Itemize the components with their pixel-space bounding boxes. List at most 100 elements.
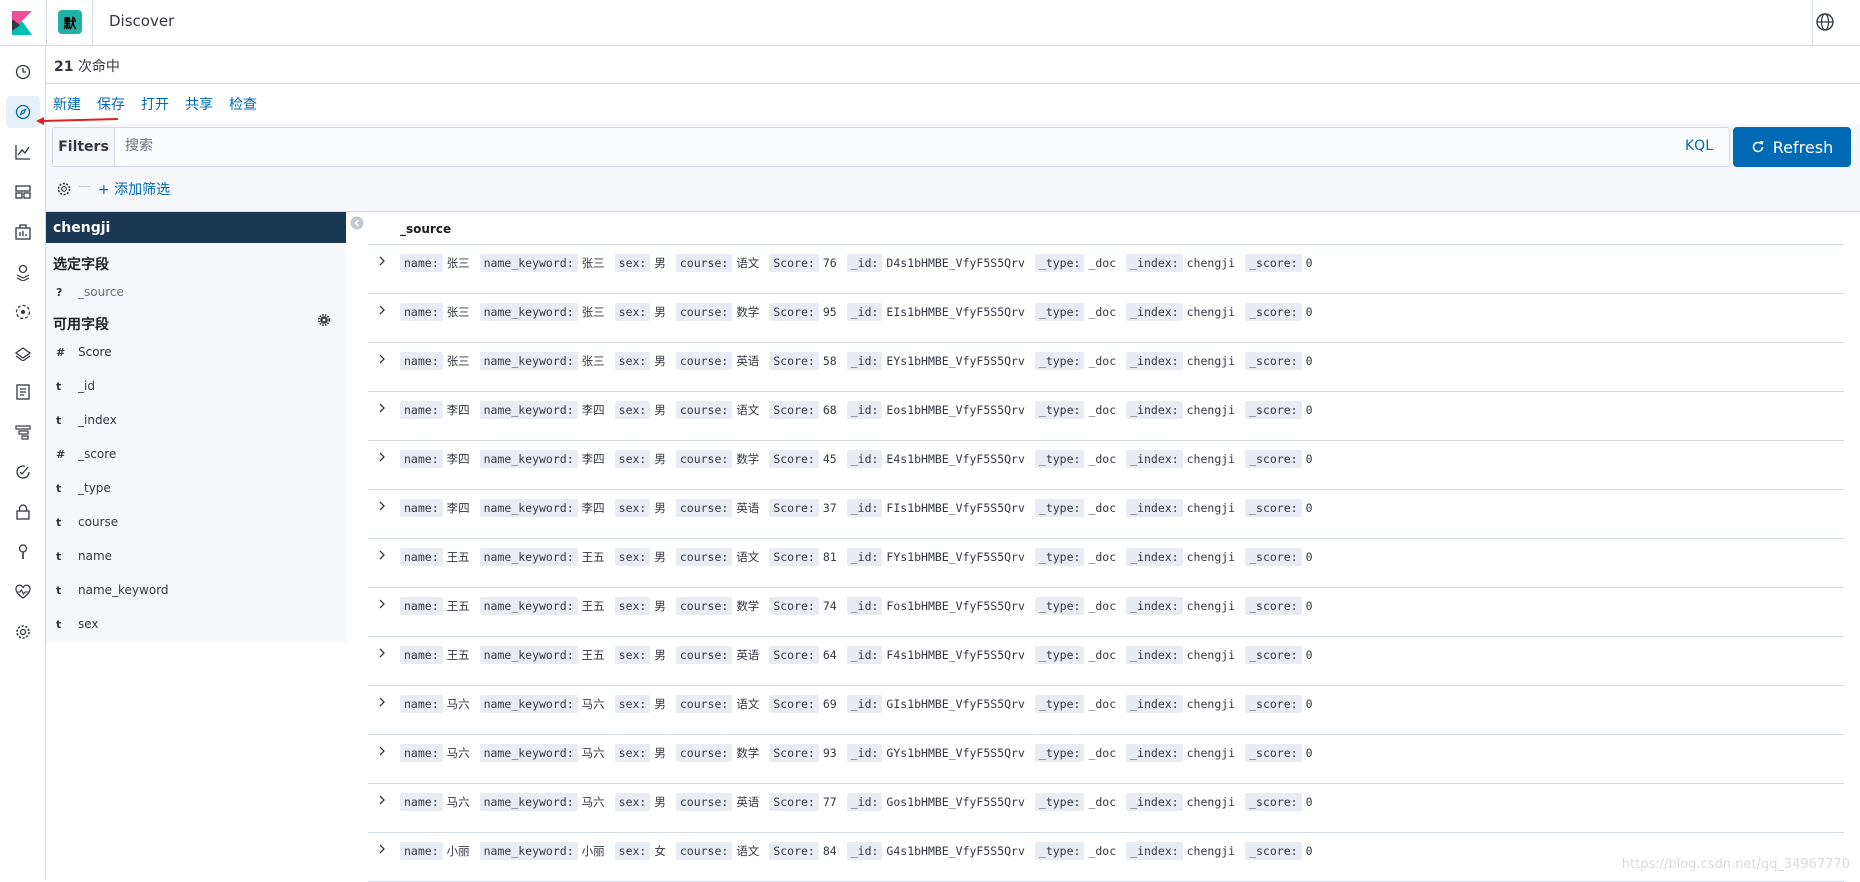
nav-apm[interactable] bbox=[6, 416, 40, 448]
field-item[interactable]: # Score bbox=[56, 341, 112, 363]
index-pattern-selector[interactable]: chengji bbox=[46, 212, 346, 243]
add-filter-button[interactable]: + 添加筛选 bbox=[98, 179, 170, 199]
menu-save[interactable]: 保存 bbox=[97, 94, 125, 114]
nav-recent[interactable] bbox=[6, 56, 40, 88]
field-item[interactable]: t _type bbox=[56, 477, 111, 499]
nav-ml[interactable] bbox=[6, 296, 40, 328]
expand-chevron-icon[interactable] bbox=[376, 549, 388, 561]
expand-chevron-icon[interactable] bbox=[376, 255, 388, 267]
menu-new[interactable]: 新建 bbox=[53, 94, 81, 114]
table-row[interactable]: name: 马六 name_keyword: 马六 sex: 男 course: 英语 Scor… bbox=[368, 784, 1844, 833]
table-row[interactable]: name: 王五 name_keyword: 王五 sex: 男 course: 英语 Scor… bbox=[368, 637, 1844, 686]
help-globe-icon[interactable] bbox=[1814, 11, 1836, 33]
field-key: course: bbox=[675, 352, 733, 370]
field-value: 李四 bbox=[581, 452, 605, 466]
field-key: name: bbox=[400, 254, 443, 272]
field-value-pair: name_keyword: 张三 bbox=[479, 254, 605, 272]
collapse-sidebar-icon[interactable] bbox=[350, 216, 364, 230]
nav-canvas[interactable] bbox=[6, 216, 40, 248]
field-settings-gear-icon[interactable] bbox=[318, 314, 330, 326]
filters-button[interactable]: Filters bbox=[53, 128, 115, 166]
nav-visualize[interactable] bbox=[6, 136, 40, 168]
nav-management[interactable] bbox=[6, 616, 40, 648]
field-value-pair: _score: 0 bbox=[1245, 695, 1313, 713]
table-row[interactable]: name: 王五 name_keyword: 王五 sex: 男 course: 数学 Scor… bbox=[368, 588, 1844, 637]
field-value: 小丽 bbox=[446, 844, 470, 858]
field-item[interactable]: t _index bbox=[56, 409, 117, 431]
expand-chevron-icon[interactable] bbox=[376, 794, 388, 806]
field-key: _index: bbox=[1126, 646, 1183, 664]
refresh-button[interactable]: Refresh bbox=[1733, 127, 1851, 167]
menu-share[interactable]: 共享 bbox=[185, 94, 213, 114]
field-key: course: bbox=[675, 254, 733, 272]
field-value-pair: _id: Gos1bHMBE_VfyF5S5Qrv bbox=[846, 793, 1025, 811]
field-item[interactable]: t _id bbox=[56, 375, 95, 397]
field-value: Eos1bHMBE_VfyF5S5Qrv bbox=[886, 403, 1025, 417]
expand-chevron-icon[interactable] bbox=[376, 696, 388, 708]
expand-chevron-icon[interactable] bbox=[376, 500, 388, 512]
space-avatar[interactable]: 默 bbox=[58, 10, 82, 34]
field-value-pair: name_keyword: 李四 bbox=[479, 450, 605, 468]
nav-dev-tools[interactable] bbox=[6, 536, 40, 568]
nav-maps[interactable] bbox=[6, 256, 40, 288]
kibana-logo-icon[interactable] bbox=[8, 9, 36, 37]
source-cell: name: 王五 name_keyword: 王五 sex: 男 course: 语文 Scor… bbox=[400, 548, 1323, 566]
table-row[interactable]: name: 张三 name_keyword: 张三 sex: 男 course: 语文 Scor… bbox=[368, 245, 1844, 294]
field-value: chengji bbox=[1186, 354, 1236, 368]
field-key: _score: bbox=[1245, 499, 1302, 517]
field-value: 93 bbox=[822, 746, 837, 760]
expand-chevron-icon[interactable] bbox=[376, 353, 388, 365]
field-value-pair: Score: 95 bbox=[769, 303, 837, 321]
field-item[interactable]: t course bbox=[56, 511, 118, 533]
field-value: _doc bbox=[1088, 403, 1117, 417]
field-key: sex: bbox=[614, 695, 651, 713]
field-value-pair: sex: 男 bbox=[614, 352, 666, 370]
nav-uptime[interactable] bbox=[6, 456, 40, 488]
header-divider bbox=[1812, 0, 1813, 46]
field-key: _score: bbox=[1245, 401, 1302, 419]
field-value: 男 bbox=[654, 599, 666, 613]
field-value: 男 bbox=[654, 305, 666, 319]
nav-dashboard[interactable] bbox=[6, 176, 40, 208]
filter-settings-gear-icon[interactable] bbox=[56, 181, 72, 197]
field-item[interactable]: ? _source bbox=[56, 281, 124, 303]
field-value-pair: Score: 68 bbox=[769, 401, 837, 419]
hit-count-number: 21 bbox=[54, 59, 74, 75]
source-cell: name: 李四 name_keyword: 李四 sex: 男 course: 语文 Scor… bbox=[400, 401, 1323, 419]
field-value-pair: _type: _doc bbox=[1034, 597, 1116, 615]
table-row[interactable]: name: 李四 name_keyword: 李四 sex: 男 course: 数学 Scor… bbox=[368, 441, 1844, 490]
kql-toggle[interactable]: KQL bbox=[1685, 138, 1713, 154]
nav-infrastructure[interactable] bbox=[6, 336, 40, 368]
table-row[interactable]: name: 李四 name_keyword: 李四 sex: 男 course: 英语 Scor… bbox=[368, 490, 1844, 539]
field-value: _doc bbox=[1088, 501, 1117, 515]
table-row[interactable]: name: 李四 name_keyword: 李四 sex: 男 course: 语文 Scor… bbox=[368, 392, 1844, 441]
table-row[interactable]: name: 王五 name_keyword: 王五 sex: 男 course: 语文 Scor… bbox=[368, 539, 1844, 588]
field-item[interactable]: t name bbox=[56, 545, 112, 567]
field-key: name_keyword: bbox=[479, 744, 578, 762]
table-row[interactable]: name: 马六 name_keyword: 马六 sex: 男 course: 语文 Scor… bbox=[368, 686, 1844, 735]
expand-chevron-icon[interactable] bbox=[376, 304, 388, 316]
menu-inspect[interactable]: 检查 bbox=[229, 94, 257, 114]
field-value-pair: _id: FYs1bHMBE_VfyF5S5Qrv bbox=[846, 548, 1025, 566]
expand-chevron-icon[interactable] bbox=[376, 843, 388, 855]
field-key: Score: bbox=[769, 254, 819, 272]
menu-open[interactable]: 打开 bbox=[141, 94, 169, 114]
expand-chevron-icon[interactable] bbox=[376, 647, 388, 659]
field-item[interactable]: t name_keyword bbox=[56, 579, 169, 601]
expand-chevron-icon[interactable] bbox=[376, 402, 388, 414]
table-row[interactable]: name: 马六 name_keyword: 马六 sex: 男 course: 数学 Scor… bbox=[368, 735, 1844, 784]
expand-chevron-icon[interactable] bbox=[376, 745, 388, 757]
expand-chevron-icon[interactable] bbox=[376, 598, 388, 610]
nav-logs[interactable] bbox=[6, 376, 40, 408]
search-input[interactable] bbox=[123, 137, 1623, 155]
field-type-icon: t bbox=[56, 617, 62, 631]
field-item[interactable]: # _score bbox=[56, 443, 116, 465]
nav-monitoring[interactable] bbox=[6, 576, 40, 608]
field-value: _doc bbox=[1088, 550, 1117, 564]
table-row[interactable]: name: 张三 name_keyword: 张三 sex: 男 course: 英语 Scor… bbox=[368, 343, 1844, 392]
field-value-pair: _id: EIs1bHMBE_VfyF5S5Qrv bbox=[846, 303, 1025, 321]
expand-chevron-icon[interactable] bbox=[376, 451, 388, 463]
nav-siem[interactable] bbox=[6, 496, 40, 528]
table-row[interactable]: name: 张三 name_keyword: 张三 sex: 男 course: 数学 Scor… bbox=[368, 294, 1844, 343]
field-item[interactable]: t sex bbox=[56, 613, 99, 635]
